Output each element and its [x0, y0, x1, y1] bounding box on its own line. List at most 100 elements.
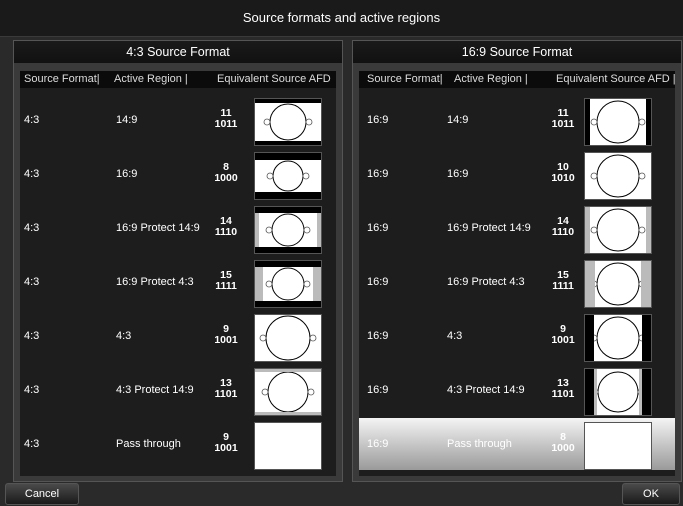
- afd-code-cell: 15 1111: [549, 256, 577, 292]
- afd-binary: 1111: [215, 280, 237, 292]
- column-header: Source Format| Active Region | Equivalen…: [20, 71, 336, 88]
- source-format-cell: 16:9: [367, 330, 389, 342]
- afd-preview-thumbnail: [254, 314, 322, 362]
- afd-code-cell: 10 1010: [549, 148, 577, 184]
- cancel-button[interactable]: Cancel: [5, 483, 79, 505]
- afd-preview-thumbnail: [584, 314, 652, 362]
- col-equivalent-afd: Equivalent Source AFD: [217, 73, 331, 85]
- afd-binary: 1001: [214, 334, 238, 346]
- source-format-cell: 4:3: [24, 168, 40, 180]
- afd-binary: 1110: [551, 226, 575, 238]
- active-region-cell: Pass through: [116, 438, 181, 450]
- format-row[interactable]: 4:3 14:9 11 1011: [20, 94, 336, 146]
- afd-preview-thumbnail: [254, 98, 322, 146]
- afd-preview-thumbnail: [584, 260, 652, 308]
- col-source-format: Source Format|: [24, 73, 100, 85]
- source-format-cell: 16:9: [367, 384, 389, 396]
- active-region-cell: 16:9: [447, 168, 469, 180]
- source-format-cell: 4:3: [24, 438, 40, 450]
- format-row[interactable]: 16:9 4:3 Protect 14:9 13 1101: [359, 364, 675, 416]
- afd-preview-thumbnail: [584, 152, 652, 200]
- panel-title: 16:9 Source Format: [353, 41, 681, 63]
- active-region-cell: 4:3: [116, 330, 132, 342]
- afd-binary: 1101: [214, 388, 238, 400]
- afd-preview-thumbnail: [584, 206, 652, 254]
- source-format-cell: 16:9: [367, 114, 389, 126]
- format-row[interactable]: 4:3 4:3 Protect 14:9 13 1101: [20, 364, 336, 416]
- afd-binary: 1001: [214, 442, 238, 454]
- afd-binary: 1111: [552, 280, 574, 292]
- format-row[interactable]: 4:3 16:9 8 1000: [20, 148, 336, 200]
- afd-code-cell: 13 1101: [212, 364, 240, 400]
- source-format-cell: 16:9: [367, 168, 389, 180]
- afd-binary: 1001: [551, 334, 575, 346]
- active-region-cell: 4:3 Protect 14:9: [116, 384, 194, 396]
- active-region-cell: 4:3 Protect 14:9: [447, 384, 525, 396]
- source-format-cell: 4:3: [24, 330, 40, 342]
- afd-code-cell: 8 1000: [549, 418, 577, 454]
- source-format-cell: 4:3: [24, 114, 40, 126]
- format-row[interactable]: 16:9 16:9 Protect 14:9 14 1110: [359, 202, 675, 254]
- source-format-cell: 16:9: [367, 222, 389, 234]
- afd-code-cell: 11 1011: [212, 94, 240, 130]
- afd-binary: 1110: [214, 226, 238, 238]
- afd-code-cell: 11 1011: [549, 94, 577, 130]
- title-bar: Source formats and active regions: [0, 0, 683, 37]
- source-format-4-3-panel: 4:3 Source Format Source Format| Active …: [13, 40, 343, 482]
- source-format-cell: 16:9: [367, 438, 389, 450]
- active-region-cell: 16:9 Protect 14:9: [116, 222, 200, 234]
- active-region-cell: 16:9: [116, 168, 138, 180]
- active-region-cell: 16:9 Protect 4:3: [447, 276, 525, 288]
- format-row[interactable]: 4:3 16:9 Protect 4:3 15 1111: [20, 256, 336, 308]
- afd-binary: 1000: [214, 172, 238, 184]
- afd-code-cell: 9 1001: [212, 418, 240, 454]
- format-row[interactable]: 4:3 4:3 9 1001: [20, 310, 336, 362]
- afd-binary: 1101: [551, 388, 575, 400]
- afd-preview-thumbnail: [584, 98, 652, 146]
- col-equivalent-afd: Equivalent Source AFD |: [556, 73, 676, 85]
- format-row[interactable]: 16:9 Pass through 8 1000: [359, 418, 675, 470]
- format-row[interactable]: 16:9 4:3 9 1001: [359, 310, 675, 362]
- source-format-16-9-panel: 16:9 Source Format Source Format| Active…: [352, 40, 682, 482]
- source-format-cell: 4:3: [24, 384, 40, 396]
- afd-code-cell: 8 1000: [212, 148, 240, 184]
- afd-preview-thumbnail: [254, 260, 322, 308]
- source-format-cell: 16:9: [367, 276, 389, 288]
- col-active-region: Active Region |: [114, 73, 188, 85]
- afd-preview-thumbnail: [584, 368, 652, 416]
- afd-preview-thumbnail: [254, 206, 322, 254]
- format-row[interactable]: 4:3 16:9 Protect 14:9 14 1110: [20, 202, 336, 254]
- active-region-cell: 14:9: [447, 114, 469, 126]
- active-region-cell: 16:9 Protect 14:9: [447, 222, 531, 234]
- panel-title: 4:3 Source Format: [14, 41, 342, 63]
- afd-code-cell: 14 1110: [212, 202, 240, 238]
- afd-dialog: Source formats and active regions 4:3 So…: [0, 0, 683, 506]
- source-format-cell: 4:3: [24, 276, 40, 288]
- format-row[interactable]: 4:3 Pass through 9 1001: [20, 418, 336, 470]
- column-header: Source Format| Active Region | Equivalen…: [359, 71, 676, 88]
- afd-code-cell: 15 1111: [212, 256, 240, 292]
- active-region-cell: Pass through: [447, 438, 512, 450]
- afd-binary: 1010: [551, 172, 575, 184]
- afd-preview-thumbnail: [254, 152, 322, 200]
- afd-code-cell: 13 1101: [549, 364, 577, 400]
- active-region-cell: 16:9 Protect 4:3: [116, 276, 194, 288]
- afd-binary: 1000: [551, 442, 575, 454]
- window-title: Source formats and active regions: [242, 10, 441, 25]
- afd-preview-thumbnail: [584, 422, 652, 470]
- format-row[interactable]: 16:9 16:9 10 1010: [359, 148, 675, 200]
- afd-code-cell: 9 1001: [549, 310, 577, 346]
- afd-binary: 1011: [551, 118, 575, 130]
- active-region-cell: 4:3: [447, 330, 463, 342]
- format-list: 4:3 14:9 11 1011 4:3 16:9 8 1000 4:3 16:9 Protect…: [20, 88, 336, 476]
- col-active-region: Active Region |: [454, 73, 528, 85]
- ok-button[interactable]: OK: [622, 483, 680, 505]
- afd-preview-thumbnail: [254, 422, 322, 470]
- afd-code-cell: 14 1110: [549, 202, 577, 238]
- afd-code-cell: 9 1001: [212, 310, 240, 346]
- format-row[interactable]: 16:9 16:9 Protect 4:3 15 1111: [359, 256, 675, 308]
- format-row[interactable]: 16:9 14:9 11 1011: [359, 94, 675, 146]
- afd-binary: 1011: [214, 118, 238, 130]
- format-list: 16:9 14:9 11 1011 16:9 16:9 10 1010 16:9 16:9 Pro…: [359, 88, 675, 476]
- afd-preview-thumbnail: [254, 368, 322, 416]
